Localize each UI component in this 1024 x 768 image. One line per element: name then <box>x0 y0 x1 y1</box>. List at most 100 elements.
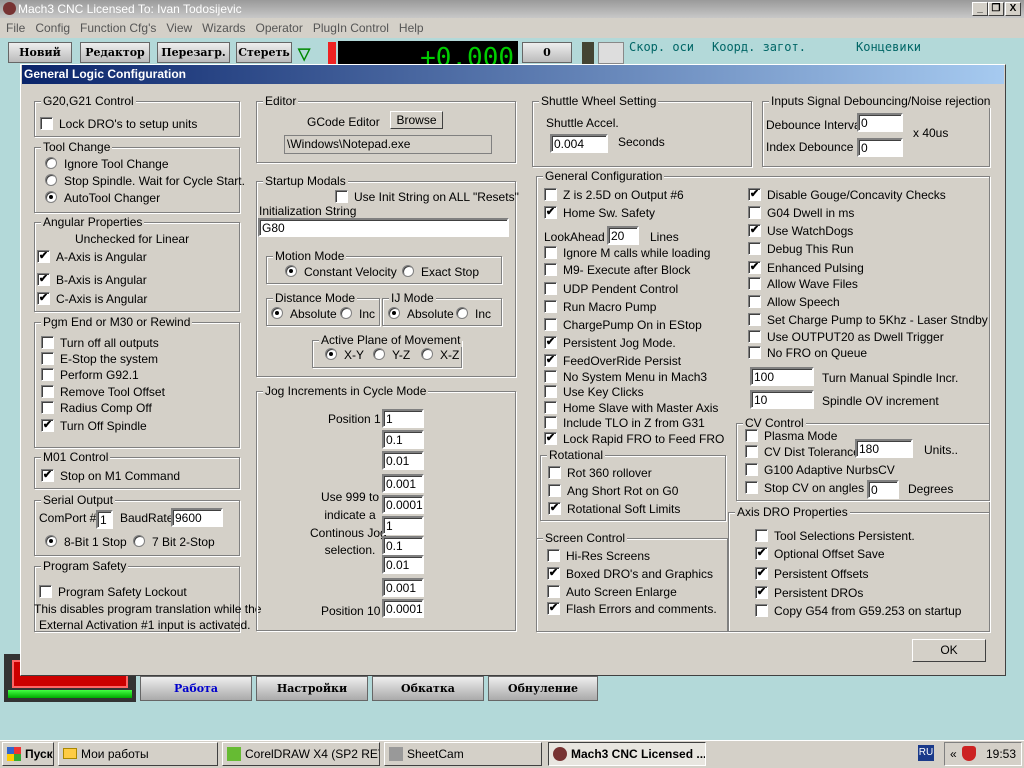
checkbox-box[interactable] <box>748 224 761 237</box>
checkbox-box[interactable] <box>41 368 54 381</box>
checkbox-box[interactable] <box>544 385 557 398</box>
language-indicator[interactable]: RU <box>918 745 934 761</box>
checkbox-box[interactable] <box>544 300 557 313</box>
jog-input-10[interactable]: 0.0001 <box>382 599 424 618</box>
checkbox-box[interactable] <box>41 352 54 365</box>
checkbox-box[interactable] <box>544 206 557 219</box>
checkbox-box[interactable] <box>547 549 560 562</box>
checkbox-box[interactable] <box>745 481 758 494</box>
lookahead-input[interactable]: 20 <box>607 226 639 245</box>
tray-expand-button[interactable]: « <box>950 747 957 761</box>
checkbox-box[interactable] <box>755 547 768 560</box>
ok-button[interactable]: OK <box>912 639 986 662</box>
spindle-ov-input[interactable]: 10 <box>750 390 814 409</box>
radio-circle[interactable] <box>340 307 352 319</box>
menu-plugin-control[interactable]: PlugIn Control <box>313 21 389 35</box>
checkbox-box[interactable] <box>544 432 557 445</box>
cv-angle-input[interactable]: 0 <box>867 480 899 499</box>
menu-wizards[interactable]: Wizards <box>202 21 245 35</box>
radio-circle[interactable] <box>45 191 57 203</box>
checkbox-box[interactable] <box>755 586 768 599</box>
start-button[interactable]: Пуск <box>2 742 54 766</box>
checkbox-box[interactable] <box>755 604 768 617</box>
checkbox-box[interactable] <box>755 567 768 580</box>
jog-input-5[interactable]: 0.0001 <box>382 495 424 514</box>
new-button[interactable]: Новий <box>8 42 72 63</box>
checkbox-box[interactable] <box>41 419 54 432</box>
jog-input-1[interactable]: 1 <box>382 409 424 428</box>
checkbox-box[interactable] <box>544 282 557 295</box>
comport-input[interactable]: 1 <box>96 510 113 529</box>
checkbox-box[interactable] <box>748 261 761 274</box>
checkbox-box[interactable] <box>544 246 557 259</box>
radio-circle[interactable] <box>45 157 57 169</box>
checkbox-box[interactable] <box>39 585 52 598</box>
checkbox-box[interactable] <box>755 529 768 542</box>
radio-circle[interactable] <box>45 174 57 186</box>
radio-circle[interactable] <box>456 307 468 319</box>
checkbox-box[interactable] <box>748 313 761 326</box>
taskbar-item-my-works[interactable]: Мои работы <box>58 742 218 766</box>
checkbox-box[interactable] <box>544 318 557 331</box>
checkbox-box[interactable] <box>748 346 761 359</box>
taskbar-item-sheetcam[interactable]: SheetCam <box>384 742 542 766</box>
tab-zeroing[interactable]: Обнуление <box>488 676 598 701</box>
checkbox-box[interactable] <box>41 469 54 482</box>
taskbar-item-coreldraw[interactable]: CorelDRAW X4 (SP2 RET... <box>222 742 380 766</box>
index-debounce-input[interactable]: 0 <box>857 138 903 157</box>
checkbox-box[interactable] <box>544 354 557 367</box>
checkbox-box[interactable] <box>547 585 560 598</box>
close-button[interactable]: X <box>1005 2 1021 16</box>
radio-circle[interactable] <box>388 307 400 319</box>
menu-function-cfgs[interactable]: Function Cfg's <box>80 21 156 35</box>
radio-circle[interactable] <box>133 535 145 547</box>
checkbox-box[interactable] <box>748 295 761 308</box>
checkbox-box[interactable] <box>41 336 54 349</box>
radio-circle[interactable] <box>271 307 283 319</box>
debounce-interval-input[interactable]: 0 <box>857 113 903 132</box>
browse-button[interactable]: Browse <box>390 111 443 129</box>
checkbox-box[interactable] <box>41 385 54 398</box>
checkbox-box[interactable] <box>745 445 758 458</box>
radio-circle[interactable] <box>373 348 385 360</box>
tab-break-in[interactable]: Обкатка <box>372 676 484 701</box>
menu-file[interactable]: File <box>6 21 25 35</box>
spindle-incr-input[interactable]: 100 <box>750 367 814 386</box>
init-string-input[interactable]: G80 <box>258 218 509 237</box>
menu-operator[interactable]: Operator <box>256 21 303 35</box>
editor-button[interactable]: Редактор <box>80 42 150 63</box>
jog-input-2[interactable]: 0.1 <box>382 430 424 449</box>
zero-button[interactable]: 0 <box>522 42 572 63</box>
editor-path-field[interactable]: \Windows\Notepad.exe <box>284 135 492 154</box>
jog-input-6[interactable]: 1 <box>382 516 424 535</box>
checkbox-box[interactable] <box>37 250 50 263</box>
radio-circle[interactable] <box>402 265 414 277</box>
checkbox-box[interactable] <box>37 292 50 305</box>
antivirus-shield-icon[interactable] <box>962 746 976 761</box>
radio-circle[interactable] <box>325 348 337 360</box>
checkbox-box[interactable] <box>547 567 560 580</box>
erase-button[interactable]: Стереть <box>236 42 292 63</box>
small-button[interactable] <box>598 42 624 64</box>
jog-input-4[interactable]: 0.001 <box>382 474 424 493</box>
checkbox-box[interactable] <box>748 242 761 255</box>
checkbox-box[interactable] <box>544 336 557 349</box>
checkbox-box[interactable] <box>748 188 761 201</box>
checkbox-box[interactable] <box>544 188 557 201</box>
checkbox-box[interactable] <box>544 416 557 429</box>
menu-help[interactable]: Help <box>399 21 424 35</box>
tab-settings[interactable]: Настройки <box>256 676 368 701</box>
checkbox-box[interactable] <box>548 484 561 497</box>
baudrate-input[interactable]: 9600 <box>171 508 223 527</box>
radio-circle[interactable] <box>285 265 297 277</box>
checkbox-box[interactable] <box>41 401 54 414</box>
jog-input-7[interactable]: 0.1 <box>382 536 424 555</box>
radio-circle[interactable] <box>45 535 57 547</box>
restore-button[interactable]: ❐ <box>988 2 1004 16</box>
checkbox-box[interactable] <box>548 502 561 515</box>
checkbox-box[interactable] <box>335 190 348 203</box>
reload-button[interactable]: Перезагр. <box>157 42 230 63</box>
checkbox-box[interactable] <box>748 206 761 219</box>
jog-input-8[interactable]: 0.01 <box>382 555 424 574</box>
tab-work[interactable]: Работа <box>140 676 252 701</box>
